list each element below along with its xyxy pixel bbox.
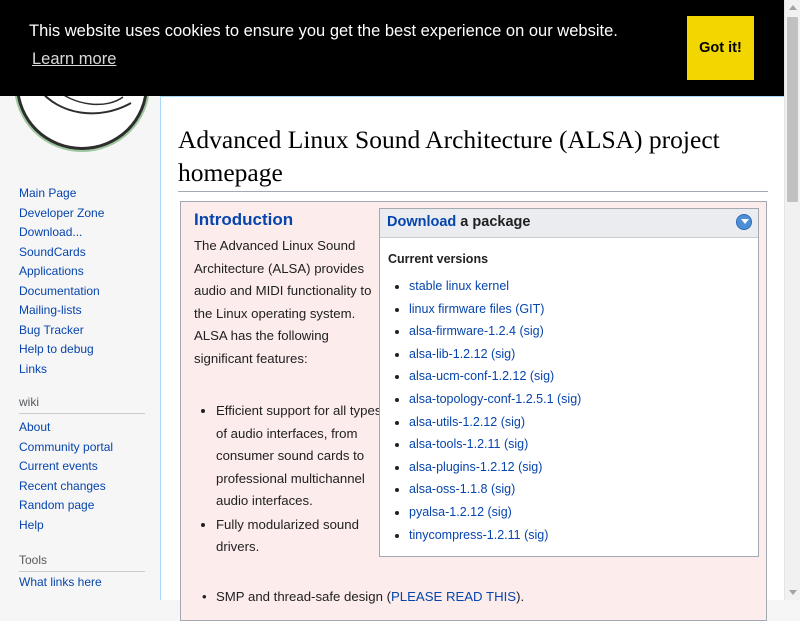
learn-more-link[interactable]: Learn more (32, 50, 116, 69)
download-header: Download a package (380, 209, 758, 238)
sidebar-item-soundcards[interactable]: SoundCards (19, 245, 86, 259)
feature-list: Efficient support for all types of audio… (194, 400, 392, 560)
sidebar-item-about[interactable]: About (19, 420, 50, 434)
wiki-portal: About Community portal Current events Re… (19, 418, 113, 535)
sidebar-item-community-portal[interactable]: Community portal (19, 440, 113, 454)
download-link[interactable]: Download (387, 214, 456, 230)
download-header-rest: a package (456, 214, 531, 230)
version-link[interactable]: alsa-tools-1.2.11 (sig) (409, 437, 528, 451)
version-link[interactable]: stable linux kernel (409, 279, 509, 293)
tools-heading: Tools (19, 553, 145, 572)
version-link[interactable]: alsa-topology-conf-1.2.5.1 (sig) (409, 392, 581, 406)
sidebar-item-help-to-debug[interactable]: Help to debug (19, 342, 94, 356)
navigation-portal: Main Page Developer Zone Download... Sou… (19, 184, 104, 379)
version-link[interactable]: alsa-ucm-conf-1.2.12 (sig) (409, 369, 554, 383)
cookie-banner: This website uses cookies to ensure you … (0, 0, 784, 96)
version-link[interactable]: alsa-lib-1.2.12 (sig) (409, 347, 515, 361)
sidebar-item-recent-changes[interactable]: Recent changes (19, 479, 106, 493)
page-title: Advanced Linux Sound Architecture (ALSA)… (178, 123, 768, 192)
version-link[interactable]: tinycompress-1.2.11 (sig) (409, 528, 548, 542)
feature-smp-suffix: ). (516, 589, 525, 604)
cookie-message: This website uses cookies to ensure you … (29, 22, 618, 40)
sidebar-item-what-links-here[interactable]: What links here (19, 575, 102, 589)
sidebar-item-download[interactable]: Download... (19, 225, 82, 239)
sidebar-item-bug-tracker[interactable]: Bug Tracker (19, 323, 84, 337)
version-link[interactable]: alsa-firmware-1.2.4 (sig) (409, 324, 544, 338)
scroll-down-arrow-icon[interactable] (789, 590, 797, 595)
version-link[interactable]: linux firmware files (GIT) (409, 302, 544, 316)
version-link[interactable]: pyalsa-1.2.12 (sig) (409, 505, 512, 519)
version-link[interactable]: alsa-plugins-1.2.12 (sig) (409, 460, 542, 474)
introduction-heading: Introduction (194, 210, 294, 229)
version-link[interactable]: alsa-utils-1.2.12 (sig) (409, 415, 525, 429)
sidebar-item-documentation[interactable]: Documentation (19, 284, 100, 298)
please-read-this-link[interactable]: PLEASE READ THIS (391, 589, 516, 604)
feature-item-smp: SMP and thread-safe design (PLEASE READ … (202, 586, 525, 609)
vertical-scrollbar[interactable] (784, 0, 800, 600)
download-box: Download a package Current versions stab… (379, 208, 759, 557)
sidebar-item-applications[interactable]: Applications (19, 264, 84, 278)
sidebar-item-developer-zone[interactable]: Developer Zone (19, 206, 104, 220)
tools-portal: What links here (19, 573, 102, 593)
scrollbar-thumb[interactable] (787, 17, 798, 202)
wiki-heading: wiki (19, 395, 145, 414)
feature-item: Efficient support for all types of audio… (216, 400, 392, 513)
sidebar-item-mailing-lists[interactable]: Mailing-lists (19, 303, 82, 317)
feature-smp-prefix: SMP and thread-safe design ( (216, 589, 391, 604)
sidebar-item-main-page[interactable]: Main Page (19, 186, 76, 200)
sidebar-item-help[interactable]: Help (19, 518, 44, 532)
sidebar-item-current-events[interactable]: Current events (19, 459, 98, 473)
introduction-text: The Advanced Linux Sound Architecture (A… (194, 238, 372, 366)
introduction-box: Introduction The Advanced Linux Sound Ar… (180, 201, 767, 621)
sidebar-item-links[interactable]: Links (19, 362, 47, 376)
main-content: Advanced Linux Sound Architecture (ALSA)… (160, 96, 784, 621)
got-it-button[interactable]: Got it! (687, 16, 754, 80)
feature-item: Fully modularized sound drivers. (216, 514, 392, 559)
sidebar-item-random-page[interactable]: Random page (19, 498, 94, 512)
version-link[interactable]: alsa-oss-1.1.8 (sig) (409, 482, 515, 496)
current-versions-label: Current versions (388, 252, 489, 266)
versions-list: stable linux kernel linux firmware files… (388, 275, 581, 546)
scroll-up-arrow-icon[interactable] (789, 5, 797, 10)
collapse-toggle-icon[interactable] (736, 214, 752, 230)
